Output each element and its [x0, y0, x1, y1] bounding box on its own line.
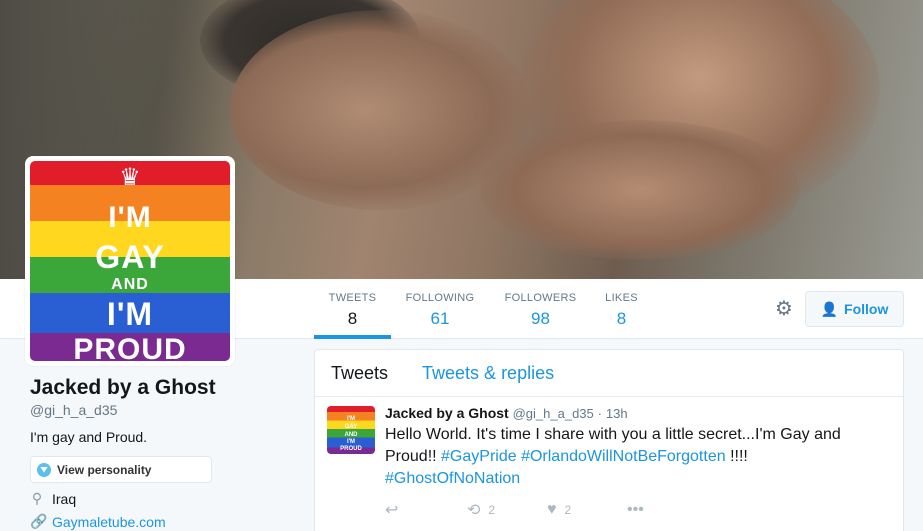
hashtag-link[interactable]: #GayPride [441, 448, 517, 465]
like-button[interactable]: ♥ 2 [547, 501, 627, 519]
avatar-text-line: AND [111, 276, 149, 293]
avatar-text-line: I'M [106, 296, 154, 332]
mini-avatar-text: I'M [346, 439, 356, 445]
view-personality-button[interactable]: View personality [30, 456, 212, 483]
tweet[interactable]: I'M GAY AND I'M PROUD Jacked by a Ghost … [315, 397, 903, 531]
tweet-actions: ↩ ⟲ 2 ♥ 2 ••• [385, 500, 644, 520]
tweet-avatar[interactable]: I'M GAY AND I'M PROUD [327, 406, 375, 454]
mini-avatar-text: PROUD [340, 446, 362, 452]
follow-label: Follow [844, 301, 889, 317]
avatar-text-line: GAY [95, 239, 165, 275]
retweet-button[interactable]: ⟲ 2 [467, 500, 547, 520]
timeline: Tweets Tweets & replies I'M GAY AND I'M … [314, 349, 904, 531]
reply-button[interactable]: ↩ [385, 500, 467, 520]
follow-user-icon: 👤 [820, 300, 839, 317]
timeline-tabs: Tweets Tweets & replies [315, 350, 903, 397]
mini-avatar-text: AND [344, 432, 358, 438]
profile-handle[interactable]: @gi_h_a_d35 [30, 402, 117, 418]
tweet-author-handle[interactable]: @gi_h_a_d35 [513, 406, 594, 421]
website-link[interactable]: Gaymaletube.com [52, 514, 166, 530]
avatar-image: ♛ I'M GAY AND I'M PROUD [30, 161, 230, 361]
stat-label: FOLLOWING [405, 292, 475, 304]
profile-website[interactable]: 🔗 Gaymaletube.com [30, 513, 166, 530]
profile-bio: I'm gay and Proud. [30, 429, 148, 445]
like-count: 2 [564, 503, 572, 517]
mini-avatar-text: I'M [346, 416, 356, 422]
hashtag-link[interactable]: #OrlandoWillNotBeForgotten [521, 448, 726, 465]
personality-label: View personality [57, 462, 152, 477]
crown-icon: ♛ [119, 164, 141, 191]
retweet-count: 2 [488, 503, 496, 517]
tweet-time[interactable]: 13h [606, 406, 628, 421]
stat-label: LIKES [605, 292, 638, 304]
tab-tweets[interactable]: Tweets [331, 363, 388, 384]
location-pin-icon: ⚲ [31, 490, 43, 506]
stat-value: 98 [531, 309, 550, 328]
profile-name[interactable]: Jacked by a Ghost [30, 376, 216, 400]
avatar-text-line: I'M [108, 201, 152, 234]
profile-location: ⚲ Iraq [30, 490, 76, 507]
more-button[interactable]: ••• [627, 501, 644, 519]
stat-followers[interactable]: FOLLOWERS 98 [500, 279, 581, 339]
tweet-text-part: !!!! [725, 448, 748, 465]
stat-likes[interactable]: LIKES 8 [600, 279, 643, 339]
follow-button[interactable]: 👤 Follow [805, 291, 904, 327]
stat-value: 8 [616, 309, 627, 328]
link-icon: 🔗 [30, 513, 48, 529]
stat-value: 61 [430, 309, 450, 328]
stat-tweets[interactable]: TWEETS 8 [314, 279, 391, 339]
retweet-icon: ⟲ [467, 502, 481, 519]
hashtag-link[interactable]: #GhostOfNoNation [385, 470, 520, 487]
tab-tweets-and-replies[interactable]: Tweets & replies [422, 363, 554, 384]
gear-icon[interactable]: ⚙ [773, 298, 795, 320]
tweet-author-name[interactable]: Jacked by a Ghost [385, 405, 509, 421]
tweet-header: Jacked by a Ghost @gi_h_a_d35 · 13h [385, 405, 628, 421]
location-text: Iraq [52, 490, 77, 507]
mini-avatar-text: GAY [344, 424, 358, 430]
personality-gem-icon [37, 462, 51, 477]
stat-label: FOLLOWERS [504, 292, 577, 304]
stat-value: 8 [347, 309, 358, 328]
avatar[interactable]: ♛ I'M GAY AND I'M PROUD [25, 156, 235, 366]
more-icon: ••• [627, 501, 644, 518]
stat-label: TWEETS [328, 292, 377, 304]
stat-following[interactable]: FOLLOWING 61 [402, 279, 478, 339]
reply-icon: ↩ [385, 502, 399, 519]
tweet-text: Hello World. It's time I share with you … [385, 424, 885, 490]
avatar-text-line: PROUD [73, 333, 187, 361]
heart-icon: ♥ [547, 501, 557, 518]
